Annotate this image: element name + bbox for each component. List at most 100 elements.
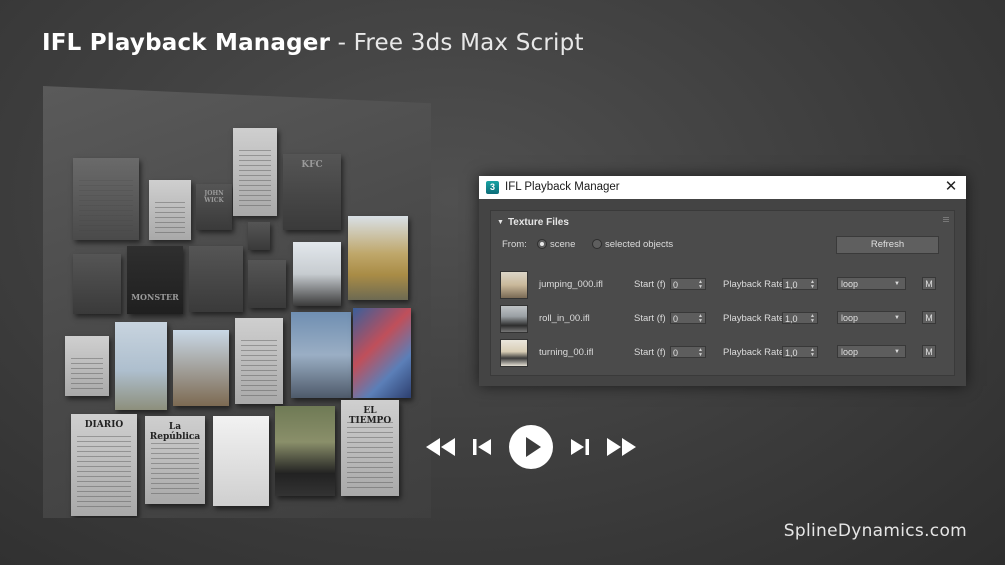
wall-tile: La República <box>145 416 205 504</box>
mode-dropdown[interactable]: loop ▼ <box>837 345 906 358</box>
mode-dropdown[interactable]: loop ▼ <box>837 277 906 290</box>
texture-wall: JOHN WICK KFC MONSTER DIARIO La Repúblic… <box>43 86 431 518</box>
wall-photo <box>115 322 167 410</box>
rate-label: Playback Rate <box>723 347 785 358</box>
wall-tile-wick: JOHN WICK <box>204 190 224 204</box>
wall-tile: KFC <box>283 154 341 230</box>
wall-tile <box>248 260 286 308</box>
wall-tile: JOHN WICK <box>196 184 232 230</box>
chevron-down-icon: ▼ <box>894 281 900 287</box>
wall-photo <box>293 242 341 306</box>
start-spinner[interactable]: 0 ▲ ▼ <box>670 312 706 324</box>
skip-back-icon[interactable] <box>471 436 493 458</box>
wall-photo <box>173 330 229 406</box>
spinner-arrows-icon[interactable]: ▲ ▼ <box>810 314 815 324</box>
rollout-header[interactable]: ▼ Texture Files <box>497 217 569 228</box>
wall-tile <box>233 128 277 216</box>
rollout-grip-icon <box>943 217 949 222</box>
refresh-button[interactable]: Refresh <box>836 236 939 254</box>
wall-tile <box>235 318 283 404</box>
file-row: roll_in_00.ifl Start (f) 0 ▲ ▼ Playback Ra… <box>491 304 954 333</box>
wall-tile-kfc: KFC <box>301 160 323 170</box>
collapse-triangle-icon: ▼ <box>497 219 504 226</box>
wall-tile-lines <box>151 438 199 498</box>
wall-tile-lines <box>79 180 133 234</box>
rewind-icon[interactable] <box>424 436 458 458</box>
start-value: 0 <box>673 280 679 290</box>
rate-value: 1,0 <box>785 280 798 290</box>
wall-tile: EL TIEMPO <box>341 400 399 496</box>
start-label: Start (f) <box>634 279 666 290</box>
wall-tile-lines <box>155 202 185 234</box>
wall-photo <box>291 312 351 398</box>
banner-title-main: IFL Playback Manager <box>42 30 331 56</box>
rate-spinner[interactable]: 1,0 ▲ ▼ <box>782 312 818 324</box>
radio-scene-label: scene <box>550 239 576 250</box>
wall-tile-monster: MONSTER <box>131 292 179 302</box>
m-button[interactable]: M <box>922 345 936 358</box>
texture-files-rollout: ▼ Texture Files From: scene selected obje… <box>490 210 955 376</box>
wall-tile <box>149 180 191 240</box>
start-value: 0 <box>673 348 679 358</box>
wall-photo <box>213 416 269 506</box>
file-name: turning_00.ifl <box>539 347 594 358</box>
spinner-arrows-icon[interactable]: ▲ ▼ <box>698 314 703 324</box>
wall-tile-lines <box>71 358 103 390</box>
radio-scene[interactable] <box>537 239 547 249</box>
wall-photo <box>348 216 408 300</box>
start-label: Start (f) <box>634 313 666 324</box>
banner-subtitle: Free 3ds Max Script <box>353 30 584 56</box>
wall-photo <box>353 308 411 398</box>
start-value: 0 <box>673 314 679 324</box>
file-thumbnail <box>500 271 528 299</box>
rate-label: Playback Rate <box>723 313 785 324</box>
dialog-titlebar[interactable]: 3 IFL Playback Manager ✕ <box>479 176 966 199</box>
spinner-arrows-icon[interactable]: ▲ ▼ <box>698 348 703 358</box>
spinner-arrows-icon[interactable]: ▲ ▼ <box>810 348 815 358</box>
spinner-arrows-icon[interactable]: ▲ ▼ <box>810 280 815 290</box>
file-name: roll_in_00.ifl <box>539 313 590 324</box>
mode-dropdown[interactable]: loop ▼ <box>837 311 906 324</box>
rate-spinner[interactable]: 1,0 ▲ ▼ <box>782 278 818 290</box>
wall-tile <box>248 222 270 250</box>
footer-brand: SplineDynamics.com <box>783 521 967 541</box>
3ds-max-icon: 3 <box>486 181 499 194</box>
mode-value: loop <box>841 279 859 289</box>
m-button[interactable]: M <box>922 311 936 324</box>
banner-separator: - <box>330 30 354 56</box>
chevron-down-icon: ▼ <box>894 349 900 355</box>
spinner-arrows-icon[interactable]: ▲ ▼ <box>698 280 703 290</box>
wall-tile <box>73 254 121 314</box>
file-name: jumping_000.ifl <box>539 279 603 290</box>
banner-title: IFL Playback Manager - Free 3ds Max Scri… <box>42 30 584 56</box>
fast-forward-icon[interactable] <box>604 436 638 458</box>
dialog-title: IFL Playback Manager <box>505 181 620 193</box>
skip-forward-icon[interactable] <box>569 436 591 458</box>
mode-value: loop <box>841 347 859 357</box>
player-controls <box>424 424 640 470</box>
wall-tile <box>73 158 139 240</box>
radio-selected-objects[interactable] <box>592 239 602 249</box>
rollout-title: Texture Files <box>507 217 569 228</box>
start-spinner[interactable]: 0 ▲ ▼ <box>670 278 706 290</box>
wall-tile <box>189 246 243 312</box>
m-button[interactable]: M <box>922 277 936 290</box>
rate-spinner[interactable]: 1,0 ▲ ▼ <box>782 346 818 358</box>
file-thumbnail <box>500 305 528 333</box>
mode-value: loop <box>841 313 859 323</box>
close-button[interactable]: ✕ <box>941 177 961 197</box>
ifl-dialog: 3 IFL Playback Manager ✕ ▼ Texture Files … <box>479 176 966 386</box>
wall-tile-diario: DIARIO <box>84 420 124 430</box>
start-spinner[interactable]: 0 ▲ ▼ <box>670 346 706 358</box>
wall-tile-lines <box>241 340 277 398</box>
wall-photo <box>275 406 335 496</box>
play-icon[interactable] <box>508 424 554 470</box>
rate-value: 1,0 <box>785 348 798 358</box>
wall-tile-lines <box>239 150 271 210</box>
rate-value: 1,0 <box>785 314 798 324</box>
chevron-down-icon: ▼ <box>894 315 900 321</box>
wall-tile-lines <box>77 436 131 510</box>
file-row: jumping_000.ifl Start (f) 0 ▲ ▼ Playback R… <box>491 270 954 299</box>
start-label: Start (f) <box>634 347 666 358</box>
from-label: From: <box>502 239 527 250</box>
